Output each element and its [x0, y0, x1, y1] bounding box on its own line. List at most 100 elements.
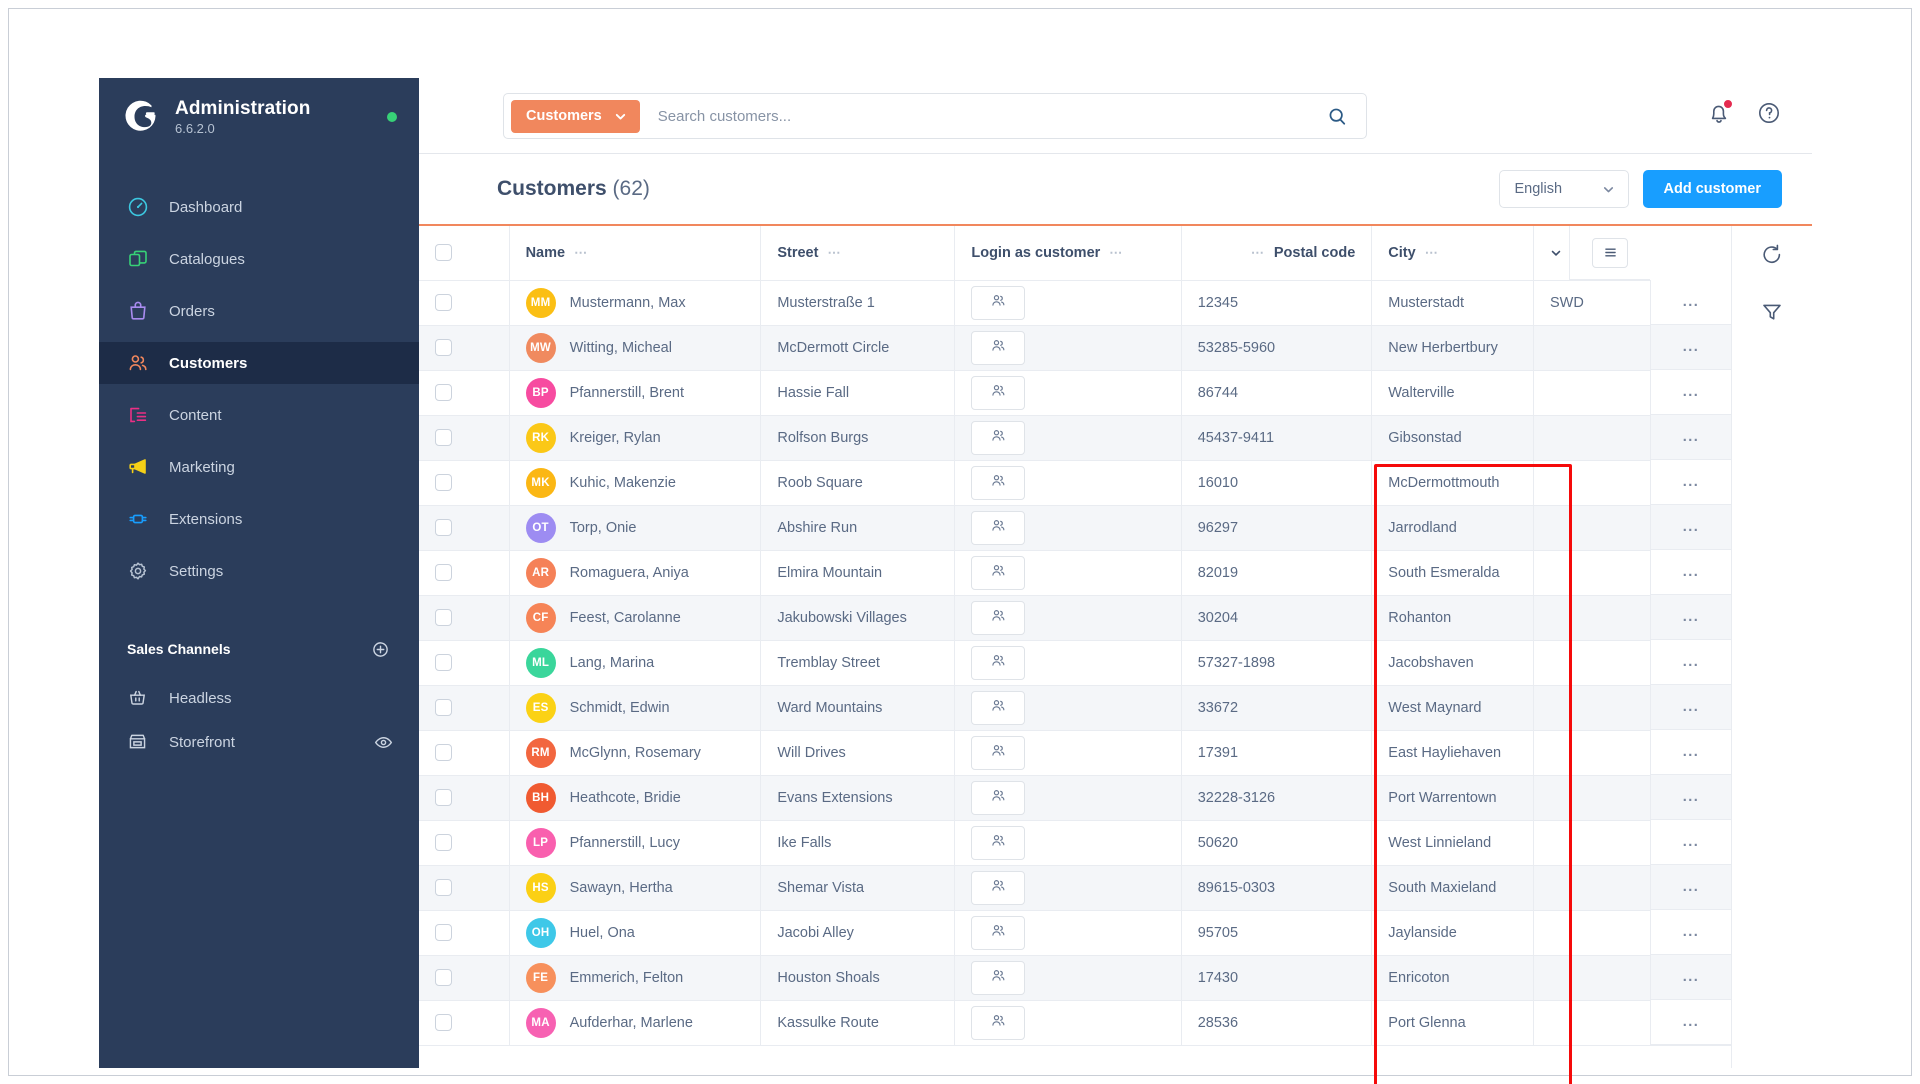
row-context-menu-button[interactable]: ...: [1651, 415, 1731, 460]
login-as-customer-button[interactable]: [971, 825, 1026, 860]
header-postal-code[interactable]: ⋯ Postal code: [1181, 226, 1373, 281]
row-context-menu-button[interactable]: ...: [1651, 460, 1731, 505]
search-input[interactable]: [639, 107, 1320, 125]
sidebar-item-orders[interactable]: Orders: [99, 290, 419, 332]
login-as-customer-button[interactable]: [971, 600, 1026, 635]
login-as-customer-button[interactable]: [971, 285, 1026, 320]
search-icon[interactable]: [1320, 99, 1354, 133]
row-context-menu-button[interactable]: ...: [1651, 685, 1731, 730]
table-row[interactable]: OH Huel, Ona Jacobi Alley 95705 Jaylanside: [419, 910, 1731, 956]
row-context-menu-button[interactable]: ...: [1651, 505, 1731, 550]
row-context-menu-button[interactable]: ...: [1651, 640, 1731, 685]
row-context-menu-button[interactable]: ...: [1651, 730, 1731, 775]
row-select-cell[interactable]: [419, 415, 510, 461]
login-as-customer-button[interactable]: [971, 960, 1026, 995]
row-checkbox[interactable]: [435, 879, 452, 896]
row-context-menu-button[interactable]: ...: [1651, 820, 1731, 865]
login-as-customer-button[interactable]: [971, 870, 1026, 905]
cell-name[interactable]: MK Kuhic, Makenzie: [509, 460, 762, 506]
login-as-customer-button[interactable]: [971, 780, 1026, 815]
row-checkbox[interactable]: [435, 429, 452, 446]
table-row[interactable]: OT Torp, Onie Abshire Run 96297 Jarrodland: [419, 505, 1731, 551]
row-checkbox[interactable]: [435, 924, 452, 941]
cell-name[interactable]: ML Lang, Marina: [509, 640, 762, 686]
sales-channel-storefront[interactable]: Storefront: [99, 722, 419, 762]
cell-name[interactable]: OH Huel, Ona: [509, 910, 762, 956]
row-select-cell[interactable]: [419, 775, 510, 821]
sidebar-item-dashboard[interactable]: Dashboard: [99, 186, 419, 228]
header-name[interactable]: Name ⋯: [509, 226, 762, 281]
row-checkbox[interactable]: [435, 384, 452, 401]
row-checkbox[interactable]: [435, 564, 452, 581]
table-row[interactable]: AR Romaguera, Aniya Elmira Mountain 82019 So…: [419, 550, 1731, 596]
cell-name[interactable]: BH Heathcote, Bridie: [509, 775, 762, 821]
table-row[interactable]: MM Mustermann, Max Musterstraße 1 12345 Must…: [419, 280, 1731, 326]
row-select-cell[interactable]: [419, 460, 510, 506]
row-checkbox[interactable]: [435, 339, 452, 356]
row-checkbox[interactable]: [435, 1014, 452, 1031]
header-menu-icon[interactable]: ⋯: [827, 245, 841, 261]
cell-name[interactable]: CF Feest, Carolanne: [509, 595, 762, 641]
row-checkbox[interactable]: [435, 699, 452, 716]
cell-name[interactable]: MW Witting, Micheal: [509, 325, 762, 371]
bell-icon[interactable]: [1706, 99, 1733, 126]
login-as-customer-button[interactable]: [971, 555, 1026, 590]
row-checkbox[interactable]: [435, 789, 452, 806]
login-as-customer-button[interactable]: [971, 1005, 1026, 1040]
cell-name[interactable]: RM McGlynn, Rosemary: [509, 730, 762, 776]
header-street[interactable]: Street ⋯: [760, 226, 956, 281]
cell-name[interactable]: LP Pfannerstill, Lucy: [509, 820, 762, 866]
chevron-down-icon[interactable]: [1550, 247, 1562, 259]
row-context-menu-button[interactable]: ...: [1651, 1000, 1731, 1045]
row-context-menu-button[interactable]: ...: [1651, 865, 1731, 910]
cell-name[interactable]: MM Mustermann, Max: [509, 280, 762, 326]
row-select-cell[interactable]: [419, 730, 510, 776]
row-checkbox[interactable]: [435, 519, 452, 536]
row-select-cell[interactable]: [419, 865, 510, 911]
header-menu-icon[interactable]: ⋯: [1425, 245, 1439, 261]
cell-name[interactable]: AR Romaguera, Aniya: [509, 550, 762, 596]
cell-name[interactable]: MA Aufderhar, Marlene: [509, 1000, 762, 1046]
login-as-customer-button[interactable]: [971, 735, 1026, 770]
add-customer-button[interactable]: Add customer: [1642, 170, 1782, 208]
search-scope-chip[interactable]: Customers: [511, 99, 640, 133]
row-select-cell[interactable]: [419, 325, 510, 371]
row-checkbox[interactable]: [435, 834, 452, 851]
login-as-customer-button[interactable]: [971, 330, 1026, 365]
row-select-cell[interactable]: [419, 280, 510, 326]
header-city[interactable]: City ⋯: [1371, 226, 1534, 281]
row-checkbox[interactable]: [435, 969, 452, 986]
row-select-cell[interactable]: [419, 370, 510, 416]
table-row[interactable]: MK Kuhic, Makenzie Roob Square 16010 McDermo…: [419, 460, 1731, 506]
row-context-menu-button[interactable]: ...: [1651, 280, 1731, 325]
columns-settings-icon[interactable]: [1592, 237, 1628, 268]
header-menu-icon[interactable]: ⋯: [1109, 245, 1123, 261]
row-checkbox[interactable]: [435, 294, 452, 311]
row-select-cell[interactable]: [419, 550, 510, 596]
header-menu-icon[interactable]: ⋯: [1251, 245, 1265, 261]
login-as-customer-button[interactable]: [971, 420, 1026, 455]
row-select-cell[interactable]: [419, 595, 510, 641]
row-select-cell[interactable]: [419, 505, 510, 551]
row-context-menu-button[interactable]: ...: [1651, 910, 1731, 955]
row-checkbox[interactable]: [435, 474, 452, 491]
table-row[interactable]: CF Feest, Carolanne Jakubowski Villages 302…: [419, 595, 1731, 641]
table-row[interactable]: RK Kreiger, Rylan Rolfson Burgs 45437-9411 G…: [419, 415, 1731, 461]
row-select-cell[interactable]: [419, 640, 510, 686]
sidebar-item-content[interactable]: Content: [99, 394, 419, 436]
sales-channel-headless[interactable]: Headless: [99, 678, 419, 718]
cell-name[interactable]: FE Emmerich, Felton: [509, 955, 762, 1001]
cell-name[interactable]: HS Sawayn, Hertha: [509, 865, 762, 911]
row-context-menu-button[interactable]: ...: [1651, 955, 1731, 1000]
row-select-cell[interactable]: [419, 910, 510, 956]
table-row[interactable]: ML Lang, Marina Tremblay Street 57327-1898 J…: [419, 640, 1731, 686]
cell-name[interactable]: OT Torp, Onie: [509, 505, 762, 551]
cell-name[interactable]: ES Schmidt, Edwin: [509, 685, 762, 731]
cell-name[interactable]: BP Pfannerstill, Brent: [509, 370, 762, 416]
table-row[interactable]: RM McGlynn, Rosemary Will Drives 17391 East …: [419, 730, 1731, 776]
table-row[interactable]: MW Witting, Micheal McDermott Circle 53285-…: [419, 325, 1731, 371]
table-row[interactable]: LP Pfannerstill, Lucy Ike Falls 50620 West L…: [419, 820, 1731, 866]
row-select-cell[interactable]: [419, 820, 510, 866]
brand-header[interactable]: Administration 6.6.2.0: [99, 78, 419, 156]
help-circle-icon[interactable]: [1756, 100, 1782, 126]
